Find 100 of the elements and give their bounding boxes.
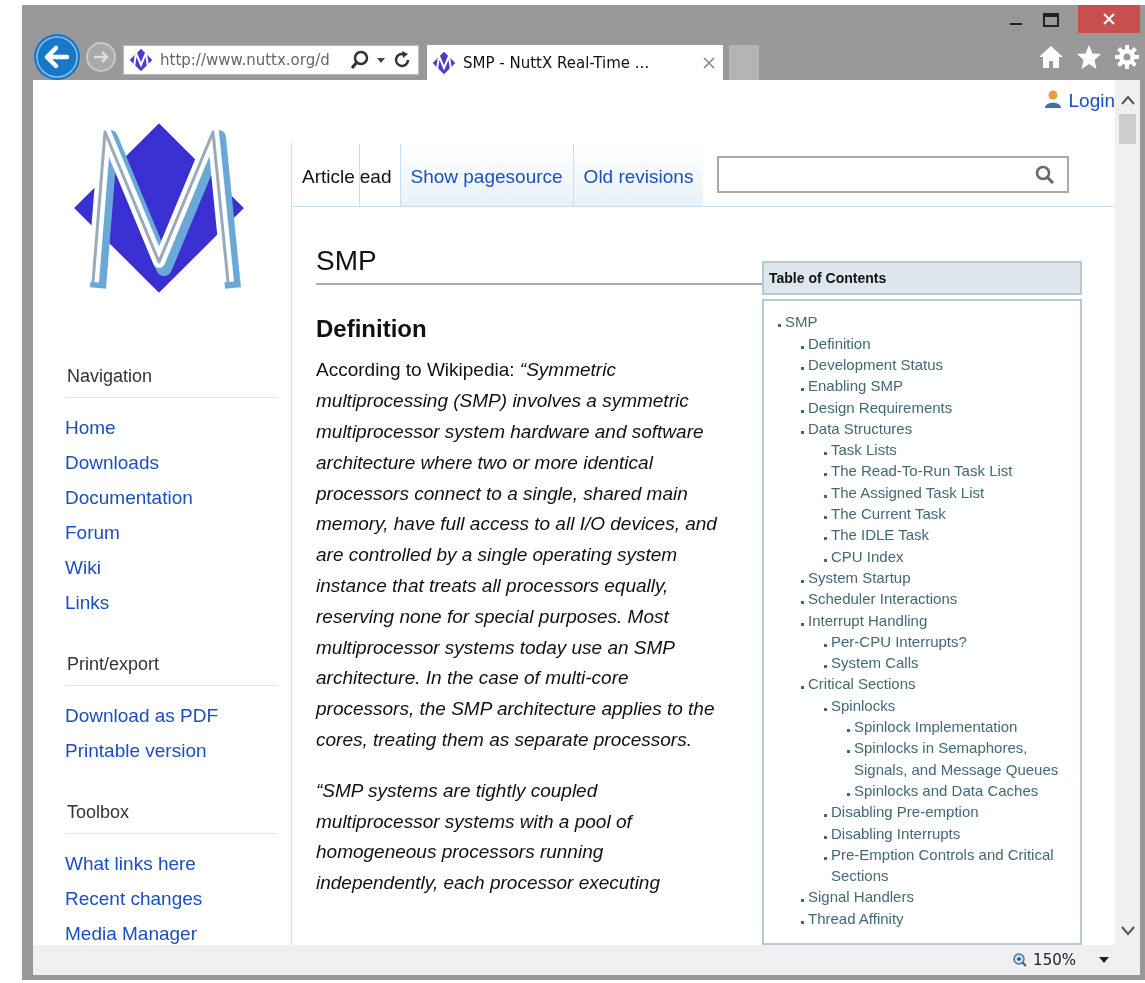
sidebar-link[interactable]: Documentation — [65, 480, 193, 515]
toc-link[interactable]: Interrupt Handling — [808, 609, 928, 631]
sidebar-link[interactable]: Recent changes — [65, 881, 203, 916]
toc-link[interactable]: The Assigned Task List — [831, 481, 985, 504]
settings-icon[interactable] — [1114, 43, 1140, 70]
toc-link[interactable]: Data Structures — [808, 417, 913, 440]
bullet-icon — [824, 494, 827, 498]
bullet-icon — [824, 707, 827, 711]
toc-link[interactable]: CPU Index — [831, 545, 904, 567]
toc-link[interactable]: Thread Affinity — [808, 907, 904, 929]
page-tab[interactable]: Show pagesource — [399, 144, 573, 207]
scroll-down-icon[interactable] — [1119, 925, 1136, 937]
bullet-icon — [801, 899, 804, 903]
toc-link[interactable]: System Calls — [831, 652, 919, 674]
page-tab[interactable]: Old revisions — [572, 144, 704, 207]
home-icon[interactable] — [1038, 43, 1064, 70]
sidebar-heading: Print/export — [65, 654, 277, 686]
bullet-icon — [801, 920, 804, 924]
bullet-icon — [847, 792, 850, 796]
bullet-icon — [824, 643, 827, 647]
star-icon[interactable] — [1076, 43, 1102, 70]
bullet-icon — [801, 367, 804, 370]
bullet-icon — [824, 452, 827, 456]
bullet-icon — [824, 814, 827, 818]
bullet-icon — [801, 345, 804, 349]
toc-link[interactable]: SMP — [785, 311, 818, 333]
sidebar-link[interactable]: Media Manager — [65, 916, 198, 945]
toc-link[interactable]: Spinlocks in Semaphores, Signals, and Message Queues — [854, 737, 1078, 780]
bullet-icon — [824, 665, 827, 669]
bullet-icon — [801, 686, 804, 690]
page-title: SMP — [316, 243, 762, 286]
toc-link[interactable]: Design Requirements — [808, 396, 953, 418]
bullet-icon — [824, 537, 827, 541]
toc-link[interactable]: Critical Sections — [808, 673, 916, 695]
sidebar-link[interactable]: Links — [65, 585, 110, 620]
sidebar-heading: Navigation — [65, 366, 277, 398]
bullet-icon — [824, 516, 827, 520]
sidebar-link[interactable]: Printable version — [65, 733, 207, 768]
address-bar[interactable]: http://www.nuttx.org/d — [123, 44, 419, 75]
toc-link[interactable]: Task Lists — [831, 439, 897, 461]
bullet-icon — [801, 388, 804, 392]
toc-link[interactable]: Pre-Emption Controls and Critical Sections — [831, 843, 1078, 887]
tab-title: SMP - NuttX Real-Time ... — [463, 53, 651, 72]
toc-link[interactable]: Disabling Pre-emption — [831, 801, 979, 823]
scrollbar-thumb[interactable] — [1119, 114, 1136, 144]
sidebar-link[interactable]: Downloads — [65, 445, 159, 480]
toc-link[interactable]: The Current Task — [831, 503, 946, 525]
close-icon[interactable] — [703, 56, 715, 69]
sidebar-link[interactable]: Download as PDF — [65, 698, 219, 733]
user-icon — [1044, 90, 1061, 108]
bullet-icon — [847, 729, 850, 733]
toc-link[interactable]: Spinlocks — [831, 694, 896, 717]
toc-link[interactable]: Per-CPU Interrupts? — [831, 630, 967, 653]
section-heading: Definition — [316, 314, 428, 345]
close-button[interactable] — [1078, 5, 1140, 33]
toc-link[interactable]: Signal Handlers — [808, 886, 914, 908]
bullet-icon — [801, 409, 804, 413]
search-icon[interactable] — [350, 49, 370, 70]
sidebar-link[interactable]: Forum — [65, 515, 120, 550]
toc-link[interactable]: Disabling Interrupts — [831, 822, 961, 844]
maximize-icon[interactable] — [1042, 12, 1060, 28]
address-text: http://www.nuttx.org/d — [160, 50, 331, 69]
bullet-icon — [801, 622, 804, 626]
toc-link[interactable]: The IDLE Task — [831, 524, 930, 546]
caret-icon[interactable] — [376, 55, 386, 64]
zoom-icon[interactable] — [1013, 953, 1028, 967]
paragraph: According to Wikipedia: “Symmetric multiprocessing (SMP) involves a symmetric multiprocessor system hardware and software architecture where two or more identical processors connect to a single, shared main memory, have full access to all I/O devices, and are controlled by a single operating system instance that treats all processors equally, reserving none for special purposes. Most multiprocessor systems today use an SMP architecture. In the case of multi-core processors, the SMP architecture applies to the cores, treating them as separate processors. — [316, 358, 719, 752]
toc-link[interactable]: Scheduler Interactions — [808, 588, 958, 610]
close-icon — [1103, 13, 1115, 25]
bullet-icon — [801, 430, 804, 434]
bullet-icon — [824, 856, 827, 860]
paragraph: “SMP systems are tightly coupled multiprocessor systems with a pool of homogeneous processors running independently, each processor executing — [316, 778, 661, 896]
bullet-icon — [801, 579, 804, 583]
browser-tab[interactable]: SMP - NuttX Real-Time ... — [427, 45, 723, 80]
sidebar-link[interactable]: What links here — [65, 846, 196, 881]
back-icon[interactable] — [33, 32, 81, 81]
login-link[interactable]: Login — [1068, 90, 1115, 112]
refresh-icon[interactable] — [392, 49, 412, 70]
toc-link[interactable]: The Read-To-Run Task List — [831, 460, 1013, 482]
toc-link[interactable]: Definition — [808, 332, 871, 354]
sidebar-link[interactable]: Wiki — [65, 550, 101, 585]
bullet-icon — [824, 558, 827, 562]
search-icon[interactable] — [1035, 164, 1056, 185]
bullet-icon — [824, 473, 827, 477]
sidebar-heading: Toolbox — [65, 802, 277, 834]
toc-link[interactable]: Development Status — [808, 354, 944, 376]
bullet-icon — [824, 835, 827, 839]
search-field[interactable] — [717, 156, 1070, 194]
bullet-icon — [847, 750, 850, 754]
zoom-level[interactable]: 150% — [1033, 951, 1076, 969]
toc-header: Table of Contents — [762, 261, 1082, 296]
caret-icon[interactable] — [1098, 956, 1110, 964]
bullet-icon — [801, 601, 804, 605]
toc-link[interactable]: Spinlocks and Data Caches — [854, 779, 1039, 802]
toc-link[interactable]: System Startup — [808, 566, 911, 589]
bullet-icon — [778, 324, 781, 328]
scroll-up-icon[interactable] — [1119, 94, 1136, 106]
toc-link[interactable]: Spinlock Implementation — [854, 716, 1018, 738]
toc-link[interactable]: Enabling SMP — [808, 375, 904, 397]
sidebar-link[interactable]: Home — [65, 410, 116, 445]
